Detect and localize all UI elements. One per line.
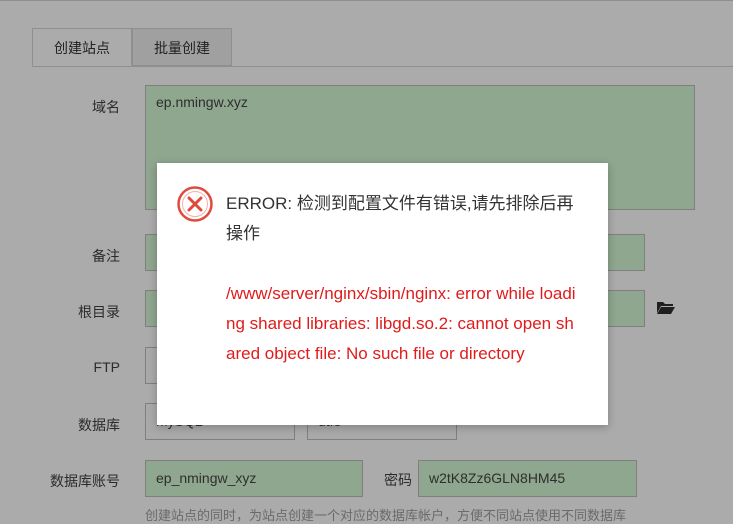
error-detail: /www/server/nginx/sbin/nginx: error whil… [226,284,576,363]
database-label: 数据库 [78,417,120,433]
tab-create-site[interactable]: 创建站点 [32,28,132,66]
tab-batch-create[interactable]: 批量创建 [132,28,232,66]
error-dialog: ERROR: 检测到配置文件有错误,请先排除后再操作 /www/server/n… [157,163,608,425]
error-message: ERROR: 检测到配置文件有错误,请先排除后再操作 /www/server/n… [226,189,582,369]
db-hint-text: 创建站点的同时，为站点创建一个对应的数据库帐户，方便不同站点使用不同数据库 [145,508,627,523]
password-label: 密码 [384,472,412,488]
top-border [0,0,733,1]
domain-label: 域名 [92,99,120,115]
ftp-label: FTP [93,359,120,375]
remark-label: 备注 [92,248,120,264]
folder-open-icon[interactable] [656,299,676,315]
error-circle-icon [177,186,213,222]
db-account-label: 数据库账号 [50,473,120,489]
root-dir-label: 根目录 [78,304,120,320]
tab-bar: 创建站点 批量创建 [32,28,733,67]
password-input[interactable]: w2tK8Zz6GLN8HM45 [418,460,637,497]
error-title: ERROR: 检测到配置文件有错误,请先排除后再操作 [226,194,574,243]
